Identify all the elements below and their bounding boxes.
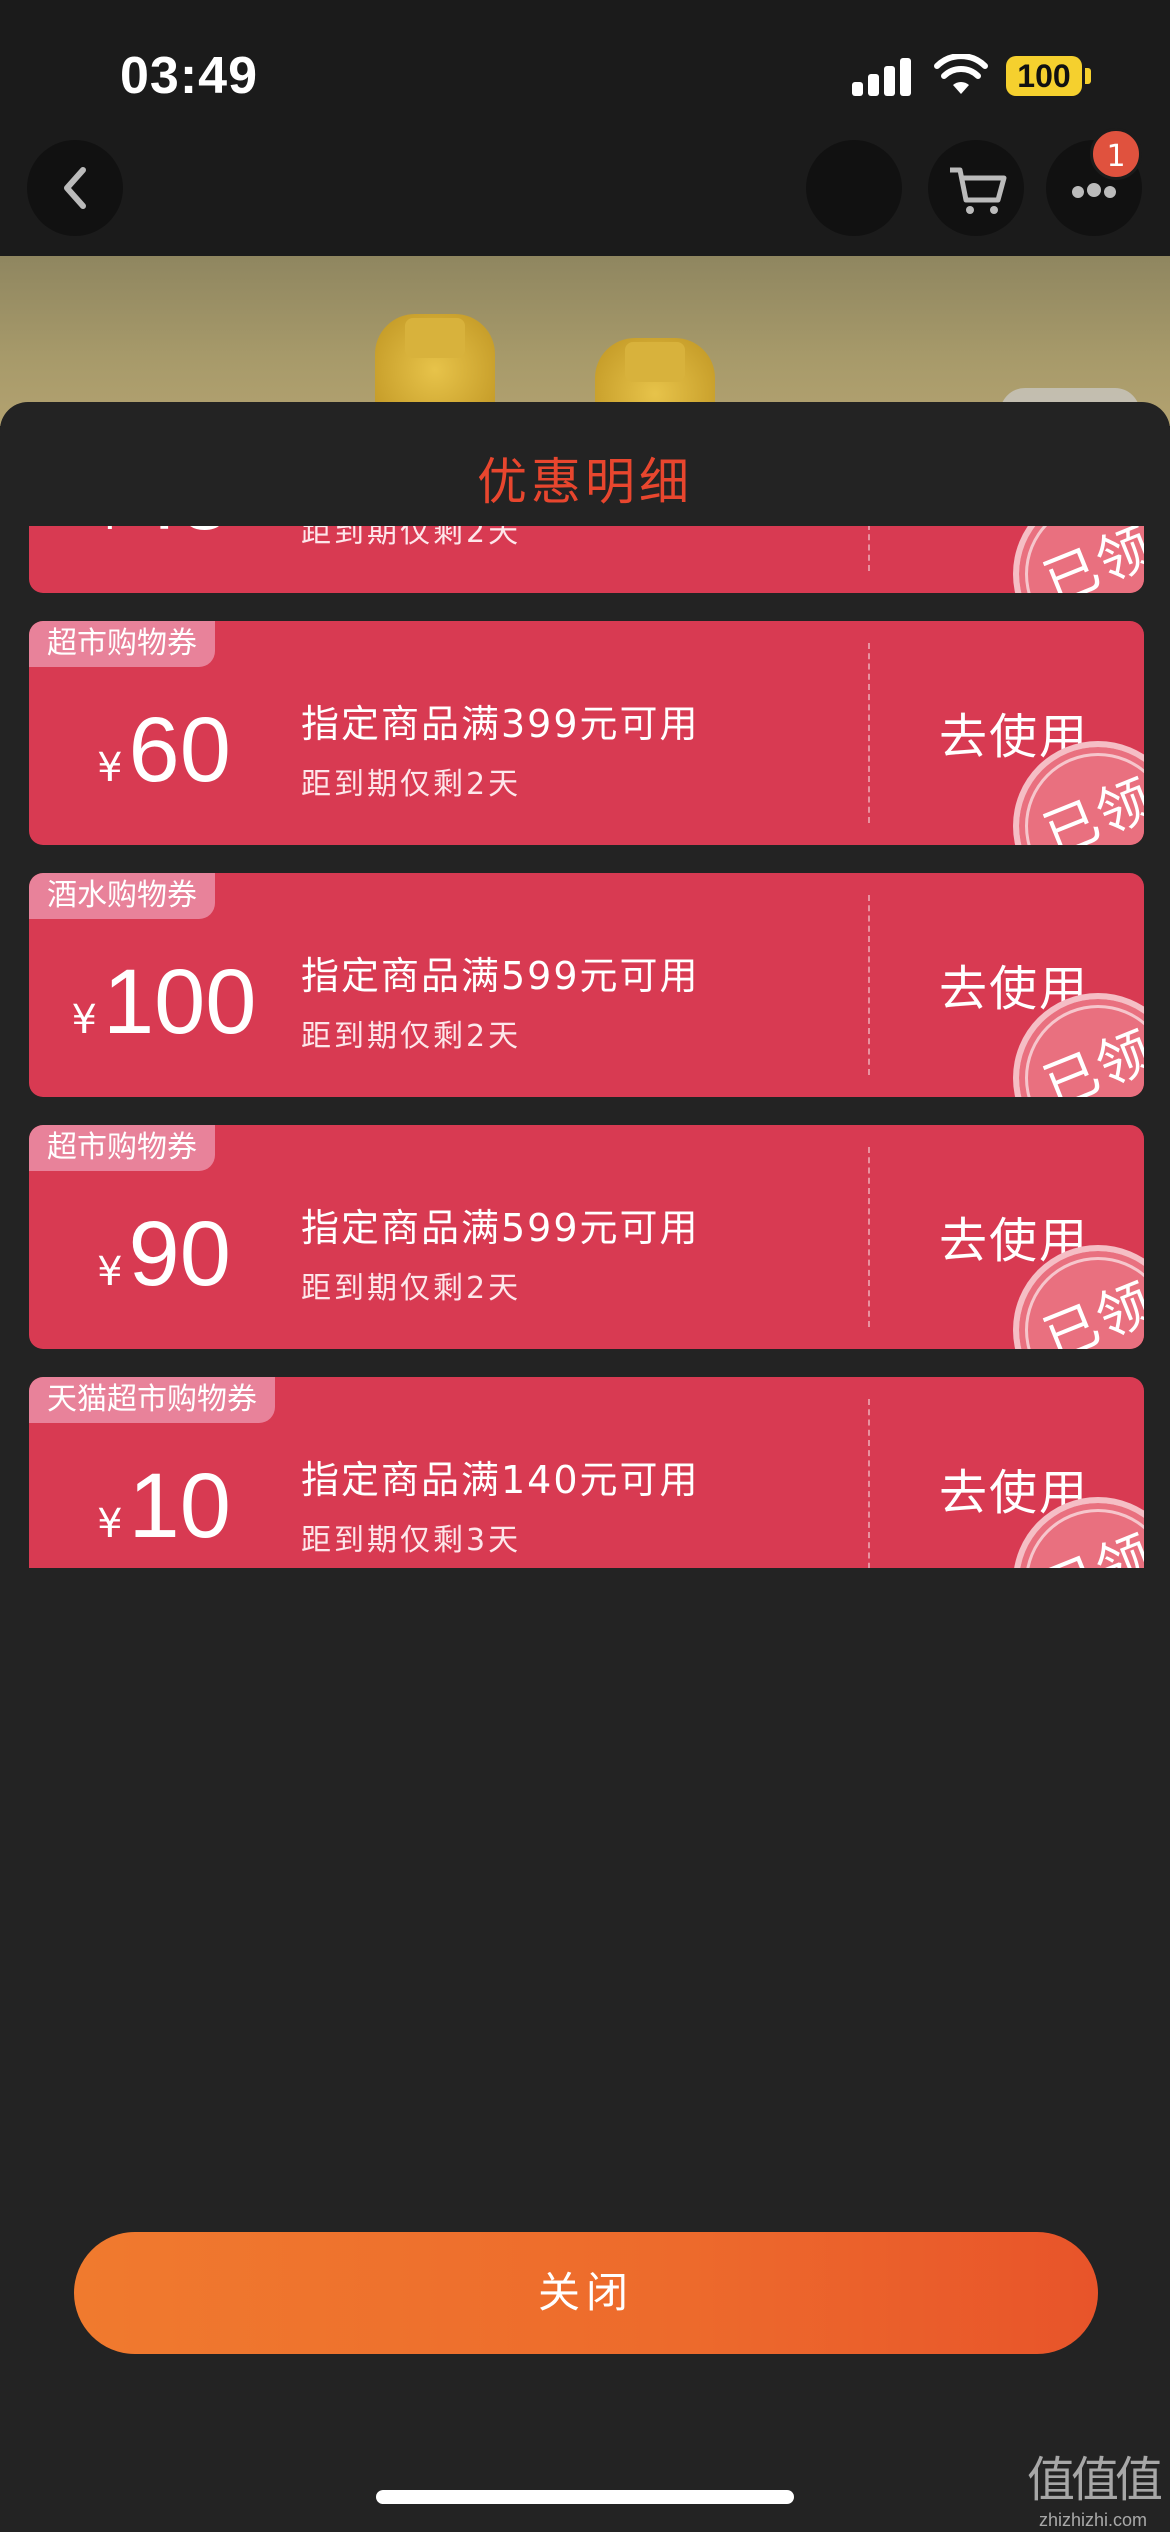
home-indicator xyxy=(376,2490,794,2504)
bottle-cap-image xyxy=(625,342,685,382)
coupon-divider xyxy=(868,526,870,571)
watermark-logo: 值值值 xyxy=(1026,2452,1163,2508)
wifi-icon xyxy=(934,54,988,94)
coupon-expiry: 距到期仅剩2天 xyxy=(301,526,522,550)
page: 03:49 100 1 优惠明细 距到期仅剩2天 已领 超市购物券 ¥60 指定… xyxy=(0,0,1170,2532)
coupon-type-tag: 超市购物券 xyxy=(29,1125,215,1171)
claimed-stamp: 已领 xyxy=(1013,526,1144,593)
claimed-stamp-text: 已领 xyxy=(1035,1270,1144,1349)
coupon-type-tag: 超市购物券 xyxy=(29,621,215,667)
coupon-divider xyxy=(868,1399,870,1568)
coupon-amount: ¥90 xyxy=(29,1199,299,1309)
coupon-detail-sheet: 优惠明细 ¥45指定商品满399元可用距到期仅剩2天去使用已领超市购物券¥60指… xyxy=(0,402,1170,2532)
watermark: 值值值 zhizhizhi.com xyxy=(1018,2440,1168,2531)
nav-bar: 1 xyxy=(0,128,1170,258)
coupon-card[interactable]: 酒水购物券 ¥100 指定商品满599元可用 距到期仅剩2天 去使用 已领 xyxy=(29,873,1144,1097)
chevron-left-icon xyxy=(64,167,86,209)
cellular-signal-icon xyxy=(852,58,914,96)
coupon-divider xyxy=(868,1147,870,1327)
coupon-expiry: 距到期仅剩3天 xyxy=(301,1523,522,1558)
coupon-value: 10 xyxy=(128,1455,231,1557)
cart-icon xyxy=(950,167,1007,214)
coupon-divider xyxy=(868,895,870,1075)
coupon-value: 90 xyxy=(128,1203,231,1305)
coupon-value: 45 xyxy=(129,526,231,549)
coupon-expiry: 距到期仅剩2天 xyxy=(301,767,522,802)
coupon-value: 100 xyxy=(102,951,257,1053)
coupon-card[interactable]: 超市购物券 ¥60 指定商品满399元可用 距到期仅剩2天 去使用 已领 xyxy=(29,621,1144,845)
claimed-stamp-text: 已领 xyxy=(1035,526,1144,593)
coupon-card[interactable]: 超市购物券 ¥90 指定商品满599元可用 距到期仅剩2天 去使用 已领 xyxy=(29,1125,1144,1349)
coupon-divider xyxy=(868,643,870,823)
close-button[interactable]: 关闭 xyxy=(74,2232,1098,2354)
notification-badge: 1 xyxy=(1090,128,1142,180)
claimed-stamp-text: 已领 xyxy=(1035,766,1144,845)
nav-placeholder-button[interactable] xyxy=(806,140,902,236)
currency-symbol: ¥ xyxy=(97,745,123,791)
coupon-condition: 指定商品满599元可用 xyxy=(301,954,700,998)
back-button[interactable] xyxy=(27,140,123,236)
claimed-stamp-text: 已领 xyxy=(1030,1511,1144,1568)
currency-symbol: ¥ xyxy=(97,1501,123,1547)
coupon-type-tag: 天猫超市购物券 xyxy=(29,1377,275,1423)
status-time: 03:49 xyxy=(120,47,258,105)
coupon-condition: 指定商品满599元可用 xyxy=(301,1206,700,1250)
coupon-type-tag: 酒水购物券 xyxy=(29,873,215,919)
coupon-card[interactable]: 天猫超市购物券¥10指定商品满140元可用距到期仅剩3天去使用已领 xyxy=(29,1377,1144,1568)
coupon-amount: ¥10 xyxy=(29,1451,299,1561)
coupon-list[interactable]: ¥45指定商品满399元可用距到期仅剩2天去使用已领超市购物券¥60指定商品满3… xyxy=(0,526,1170,1568)
currency-symbol: ¥ xyxy=(97,526,122,539)
claimed-stamp-text: 已领 xyxy=(1035,1018,1144,1097)
coupon-amount: ¥100 xyxy=(29,947,299,1057)
coupon-card[interactable]: ¥45指定商品满399元可用距到期仅剩2天去使用已领 xyxy=(29,526,1144,593)
coupon-condition: 指定商品满399元可用 xyxy=(301,702,700,746)
sheet-title: 优惠明细 xyxy=(477,453,693,511)
status-bar: 03:49 100 xyxy=(0,0,1170,150)
battery-cap xyxy=(1085,68,1091,84)
watermark-url: zhizhizhi.com xyxy=(1038,2510,1148,2530)
coupon-expiry: 距到期仅剩2天 xyxy=(301,1271,522,1306)
coupon-amount: ¥60 xyxy=(29,695,299,805)
currency-symbol: ¥ xyxy=(97,1249,123,1295)
battery-icon: 100 xyxy=(1006,56,1082,96)
bottle-cap-image xyxy=(405,318,465,358)
coupon-value: 60 xyxy=(128,699,231,801)
product-image xyxy=(0,256,1170,426)
coupon-amount: ¥45 xyxy=(29,526,299,553)
coupon-expiry: 距到期仅剩2天 xyxy=(301,1019,522,1054)
currency-symbol: ¥ xyxy=(71,997,97,1043)
cart-button[interactable] xyxy=(928,140,1024,236)
coupon-condition: 指定商品满140元可用 xyxy=(301,1458,700,1502)
